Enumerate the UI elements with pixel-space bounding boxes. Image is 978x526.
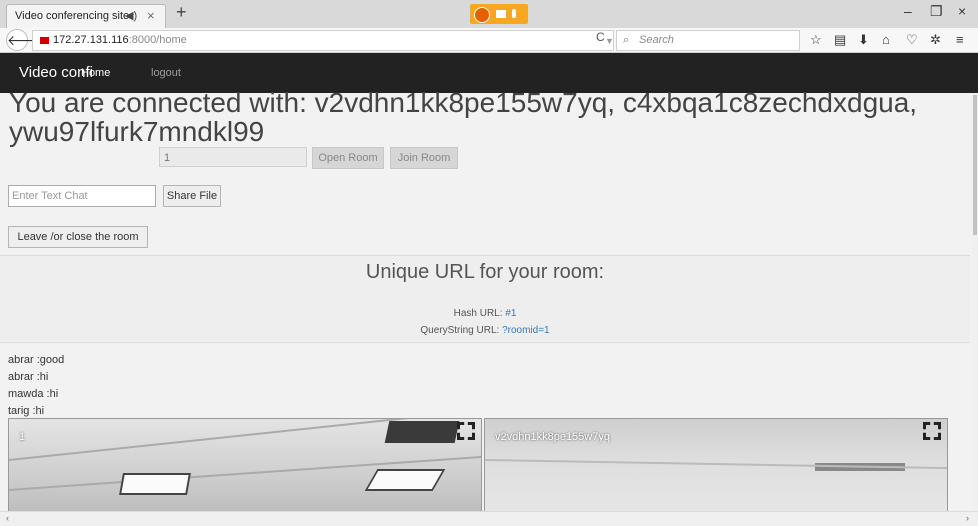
- video-label: 1: [19, 431, 26, 443]
- browser-toolbar: 🡐 172.27.131.116:8000/home ▼ C ⌕ Search …: [0, 28, 978, 53]
- chevron-down-icon[interactable]: ▼: [605, 31, 614, 51]
- url-host: 172.27.131.116: [53, 34, 129, 46]
- camera-icon: [496, 10, 506, 18]
- room-id-input[interactable]: 1: [159, 147, 307, 167]
- unique-url-title: Unique URL for your room:: [365, 261, 605, 283]
- chat-message: abrar :hi: [8, 371, 49, 383]
- maximize-button[interactable]: ❐: [930, 3, 943, 20]
- ceiling-vent: [384, 421, 460, 443]
- video-tile[interactable]: v2vdhn1kk8pe155w7yq: [484, 418, 948, 513]
- url-path: :8000/home: [128, 34, 187, 46]
- chat-message: mawda :hi: [8, 388, 59, 400]
- browser-tab-strip: Video conferencing site ◀) × + – ❐ ×: [0, 0, 978, 29]
- hash-url-link[interactable]: #1: [505, 308, 516, 319]
- fullscreen-icon[interactable]: [923, 422, 943, 442]
- nav-logout-link[interactable]: logout: [151, 67, 181, 79]
- new-tab-button[interactable]: +: [176, 2, 187, 23]
- hash-url-line: Hash URL: #1: [0, 308, 970, 319]
- nav-home-link[interactable]: Home: [81, 67, 110, 79]
- reload-icon[interactable]: C: [596, 30, 605, 44]
- chat-input[interactable]: Enter Text Chat: [8, 185, 156, 207]
- extension-icon[interactable]: ✲: [930, 32, 941, 48]
- pocket-icon[interactable]: ♡: [906, 32, 918, 48]
- scroll-left-icon[interactable]: ‹: [6, 513, 9, 523]
- scrollbar-thumb[interactable]: [973, 95, 977, 235]
- horizontal-scrollbar[interactable]: ‹ ›: [0, 511, 978, 526]
- chat-message: abrar :good: [8, 354, 65, 366]
- firefox-icon: [474, 7, 490, 23]
- close-window-button[interactable]: ×: [958, 3, 966, 19]
- minimize-button[interactable]: –: [904, 3, 912, 19]
- sharing-indicator[interactable]: [470, 4, 528, 24]
- ceiling-light: [119, 473, 191, 495]
- search-input[interactable]: ⌕ Search: [616, 30, 800, 51]
- url-text: 172.27.131.116:8000/home: [53, 31, 187, 50]
- home-icon[interactable]: ⌂: [882, 32, 890, 47]
- back-arrow-icon[interactable]: 🡐: [6, 29, 45, 51]
- chat-message: tarig :hi: [8, 405, 45, 417]
- url-bar[interactable]: 172.27.131.116:8000/home ▼: [32, 30, 614, 51]
- browser-tab[interactable]: Video conferencing site ◀) ×: [6, 4, 166, 29]
- connected-heading: You are connected with: v2vdhn1kk8pe155w…: [9, 87, 918, 147]
- download-icon[interactable]: ⬇: [858, 32, 869, 48]
- search-placeholder: Search: [639, 34, 674, 46]
- menu-icon[interactable]: ≡: [956, 32, 964, 47]
- scroll-right-icon[interactable]: ›: [966, 513, 969, 523]
- unique-url-panel: Unique URL for your room: Hash URL: #1 Q…: [0, 255, 970, 343]
- querystring-url-label: QueryString URL:: [420, 325, 500, 336]
- star-icon[interactable]: ☆: [810, 32, 822, 48]
- speaker-icon[interactable]: ◀): [125, 9, 137, 22]
- fullscreen-icon[interactable]: [457, 422, 477, 442]
- camera-icon: [40, 37, 49, 44]
- leave-room-button[interactable]: Leave /or close the room: [8, 226, 148, 248]
- hash-url-label: Hash URL:: [453, 308, 503, 319]
- ceiling-light: [364, 469, 446, 491]
- video-label: v2vdhn1kk8pe155w7yq: [495, 431, 610, 443]
- share-file-button[interactable]: Share File: [163, 185, 221, 207]
- video-tile[interactable]: 1: [8, 418, 482, 513]
- querystring-url-line: QueryString URL: ?roomid=1: [0, 325, 970, 336]
- querystring-url-link[interactable]: ?roomid=1: [502, 325, 550, 336]
- tab-title: Video conferencing site: [15, 10, 130, 22]
- tab-close-icon[interactable]: ×: [147, 8, 155, 23]
- reading-list-icon[interactable]: ▤: [834, 32, 846, 48]
- open-room-button[interactable]: Open Room: [312, 147, 384, 169]
- search-icon: ⌕: [623, 34, 630, 46]
- vertical-scrollbar[interactable]: [972, 93, 978, 511]
- microphone-icon: [512, 9, 516, 18]
- join-room-button[interactable]: Join Room: [390, 147, 458, 169]
